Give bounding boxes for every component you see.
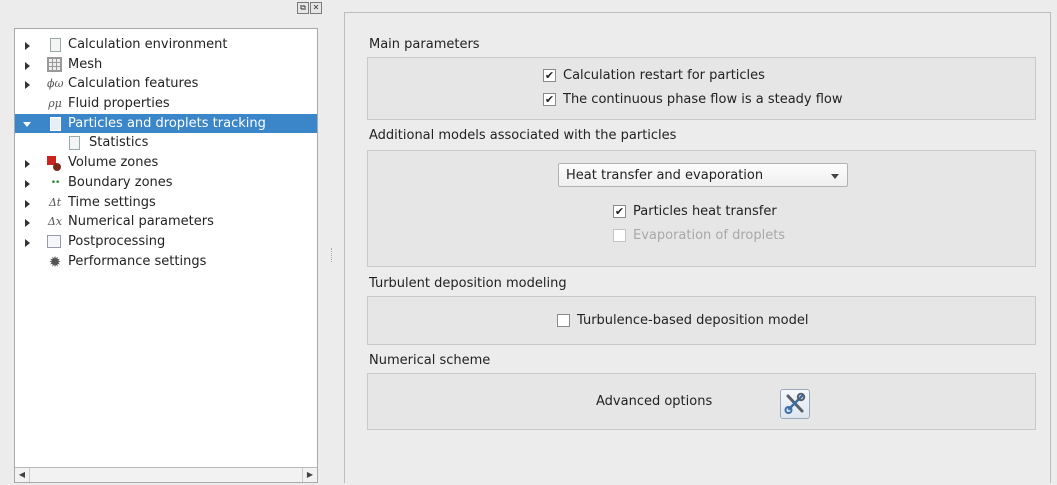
expand-arrow-icon[interactable] bbox=[25, 238, 30, 247]
particles-settings-panel: Main parameters ✔ Calculation restart fo… bbox=[344, 12, 1051, 483]
numerical-scheme-group: Advanced options bbox=[367, 373, 1036, 430]
tree-item-time-settings[interactable]: Δt Time settings bbox=[15, 193, 317, 213]
tree-item-numerical-parameters[interactable]: Δx Numerical parameters bbox=[15, 212, 317, 232]
mesh-icon bbox=[47, 56, 62, 72]
tree-item-label: Mesh bbox=[68, 56, 103, 72]
tree-item-label: Volume zones bbox=[68, 155, 159, 171]
document-icon bbox=[69, 136, 80, 151]
numerical-scheme-title: Numerical scheme bbox=[369, 353, 491, 368]
collapse-arrow-icon[interactable] bbox=[23, 121, 31, 127]
evaporation-checkbox bbox=[613, 229, 626, 242]
evaporation-label: Evaporation of droplets bbox=[633, 228, 786, 243]
navigation-tree: Calculation environment Mesh ϕω Calculat… bbox=[14, 28, 318, 483]
scroll-left-icon[interactable]: ◀ bbox=[15, 468, 30, 482]
tree-item-label: Boundary zones bbox=[68, 174, 173, 190]
tree-item-particles-tracking[interactable]: Particles and droplets tracking bbox=[15, 113, 317, 134]
additional-models-select-value: Heat transfer and evaporation bbox=[566, 168, 764, 183]
tree-item-statistics[interactable]: Statistics bbox=[15, 133, 317, 153]
turbulent-deposition-group: Turbulence-based deposition model bbox=[367, 296, 1036, 345]
steady-flow-checkbox[interactable]: ✔ bbox=[543, 93, 556, 106]
close-dock-button[interactable]: ✕ bbox=[310, 2, 322, 14]
tree-item-label: Time settings bbox=[68, 194, 156, 210]
tree-item-label: Numerical parameters bbox=[68, 214, 214, 230]
turbulence-deposition-checkbox[interactable] bbox=[557, 314, 570, 327]
dock-title-buttons: ⧉ ✕ bbox=[297, 2, 322, 14]
boundary-zones-icon: •• bbox=[50, 177, 61, 188]
tree-item-label: Particles and droplets tracking bbox=[68, 115, 266, 131]
tree-item-label: Calculation environment bbox=[68, 37, 228, 52]
expand-arrow-icon[interactable] bbox=[25, 81, 30, 90]
steady-flow-checkbox-row[interactable]: ✔ The continuous phase flow is a steady … bbox=[543, 92, 843, 107]
tree-item-label: Performance settings bbox=[68, 253, 207, 269]
tree-item-label: Statistics bbox=[89, 135, 149, 151]
tree-item-label: Calculation features bbox=[68, 76, 199, 92]
expand-arrow-icon[interactable] bbox=[25, 61, 30, 70]
tree-item-calculation-features[interactable]: ϕω Calculation features bbox=[15, 74, 317, 94]
heat-transfer-checkbox[interactable]: ✔ bbox=[613, 205, 626, 218]
tree-item-fluid-properties[interactable]: ρμ Fluid properties bbox=[15, 94, 317, 114]
tools-icon bbox=[784, 392, 806, 414]
tree-item-label: Fluid properties bbox=[68, 96, 170, 112]
tree-item-mesh[interactable]: Mesh bbox=[15, 55, 317, 75]
additional-models-title: Additional models associated with the pa… bbox=[369, 128, 677, 143]
rho-mu-icon: ρμ bbox=[48, 97, 62, 111]
steady-flow-label: The continuous phase flow is a steady fl… bbox=[563, 92, 843, 107]
heat-transfer-label: Particles heat transfer bbox=[633, 204, 777, 219]
phi-omega-icon: ϕω bbox=[47, 77, 64, 91]
additional-models-select[interactable]: Heat transfer and evaporation bbox=[558, 163, 848, 187]
tree-item-label: Postprocessing bbox=[68, 233, 166, 249]
restart-particles-checkbox-row[interactable]: ✔ Calculation restart for particles bbox=[543, 68, 765, 83]
turbulence-deposition-label: Turbulence-based deposition model bbox=[577, 313, 809, 328]
document-icon bbox=[50, 116, 61, 131]
delta-x-icon: Δx bbox=[47, 215, 63, 229]
document-icon bbox=[50, 38, 61, 52]
advanced-options-label: Advanced options bbox=[596, 394, 713, 409]
restart-particles-label: Calculation restart for particles bbox=[563, 68, 765, 83]
splitter-handle[interactable] bbox=[331, 248, 334, 262]
tree-item-boundary-zones[interactable]: •• Boundary zones bbox=[15, 173, 317, 193]
restart-particles-checkbox[interactable]: ✔ bbox=[543, 69, 556, 82]
main-parameters-group: ✔ Calculation restart for particles ✔ Th… bbox=[367, 57, 1036, 120]
additional-models-group: Heat transfer and evaporation ✔ Particle… bbox=[367, 150, 1036, 267]
evaporation-checkbox-row: Evaporation of droplets bbox=[613, 228, 785, 243]
tree-item-calculation-environment[interactable]: Calculation environment bbox=[15, 35, 317, 55]
advanced-options-button[interactable] bbox=[780, 389, 810, 419]
float-dock-button[interactable]: ⧉ bbox=[297, 2, 309, 14]
postprocessing-icon bbox=[47, 234, 61, 248]
heat-transfer-checkbox-row[interactable]: ✔ Particles heat transfer bbox=[613, 204, 777, 219]
expand-arrow-icon[interactable] bbox=[25, 179, 30, 188]
delta-t-icon: Δt bbox=[48, 195, 62, 209]
horizontal-scrollbar[interactable]: ◀ ▶ bbox=[15, 467, 317, 482]
main-parameters-title: Main parameters bbox=[369, 37, 480, 52]
expand-arrow-icon[interactable] bbox=[25, 160, 30, 169]
tree-item-volume-zones[interactable]: Volume zones bbox=[15, 153, 317, 173]
expand-arrow-icon[interactable] bbox=[25, 199, 30, 208]
chevron-down-icon bbox=[831, 174, 839, 179]
turbulent-deposition-title: Turbulent deposition modeling bbox=[369, 276, 567, 291]
tree-item-postprocessing[interactable]: Postprocessing bbox=[15, 232, 317, 252]
gear-icon: ✹ bbox=[48, 252, 62, 271]
turbulence-deposition-checkbox-row[interactable]: Turbulence-based deposition model bbox=[557, 313, 808, 328]
tree-item-performance-settings[interactable]: ✹ Performance settings bbox=[15, 252, 317, 272]
volume-zones-icon bbox=[47, 156, 61, 172]
expand-arrow-icon[interactable] bbox=[25, 42, 30, 50]
expand-arrow-icon[interactable] bbox=[25, 219, 30, 228]
scroll-right-icon[interactable]: ▶ bbox=[302, 468, 317, 482]
